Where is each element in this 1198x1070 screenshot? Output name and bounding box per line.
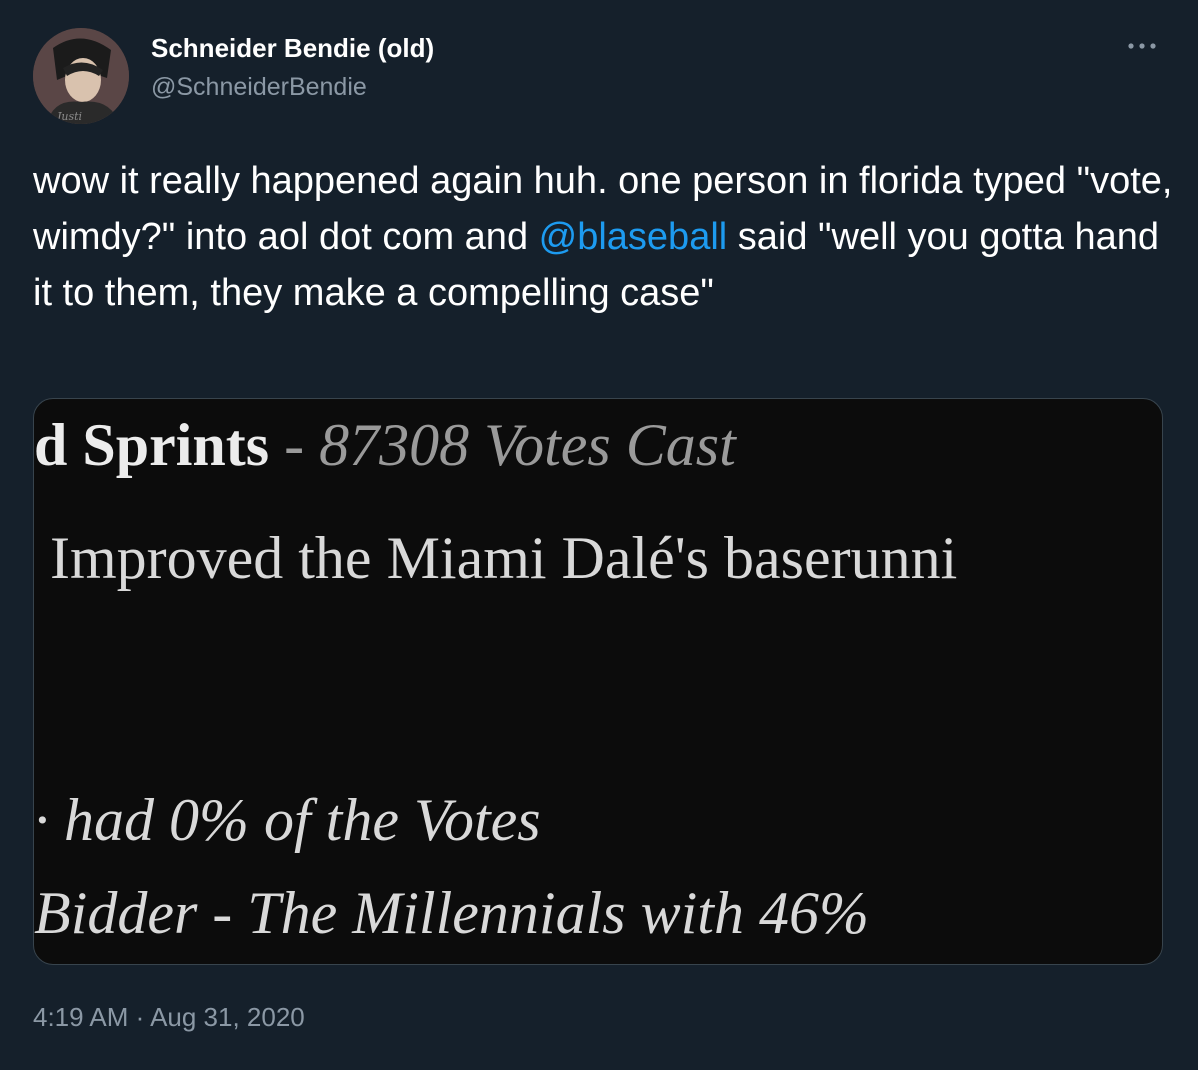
- media-title-bold: d Sprints: [34, 412, 270, 478]
- more-button[interactable]: [1118, 28, 1168, 64]
- tweet: Justi Schneider Bendie (old) @SchneiderB…: [0, 0, 1198, 1070]
- timestamp[interactable]: 4:19 AM · Aug 31, 2020: [33, 1002, 305, 1033]
- author-name[interactable]: Schneider Bendie (old): [151, 33, 434, 64]
- author-handle[interactable]: @SchneiderBendie: [151, 73, 367, 102]
- avatar-image: Justi: [33, 28, 129, 124]
- media-image[interactable]: d Sprints - 87308 Votes Cast Improved th…: [33, 398, 1163, 965]
- media-line-result: Improved the Miami Dalé's baserunni: [50, 525, 958, 591]
- media-title-votes: - 87308 Votes Cast: [269, 412, 736, 478]
- more-horizontal-icon: [1128, 43, 1156, 49]
- media-line-winner: Bidder - The Millennials with 46%: [34, 880, 869, 946]
- media-line-title: d Sprints - 87308 Votes Cast: [34, 411, 736, 480]
- media-line-votes: · had 0% of the Votes: [34, 787, 541, 853]
- avatar[interactable]: Justi: [33, 28, 129, 124]
- tweet-text: wow it really happened again huh. one pe…: [33, 153, 1173, 321]
- svg-text:Justi: Justi: [55, 110, 82, 123]
- mention-link[interactable]: @blaseball: [539, 216, 728, 258]
